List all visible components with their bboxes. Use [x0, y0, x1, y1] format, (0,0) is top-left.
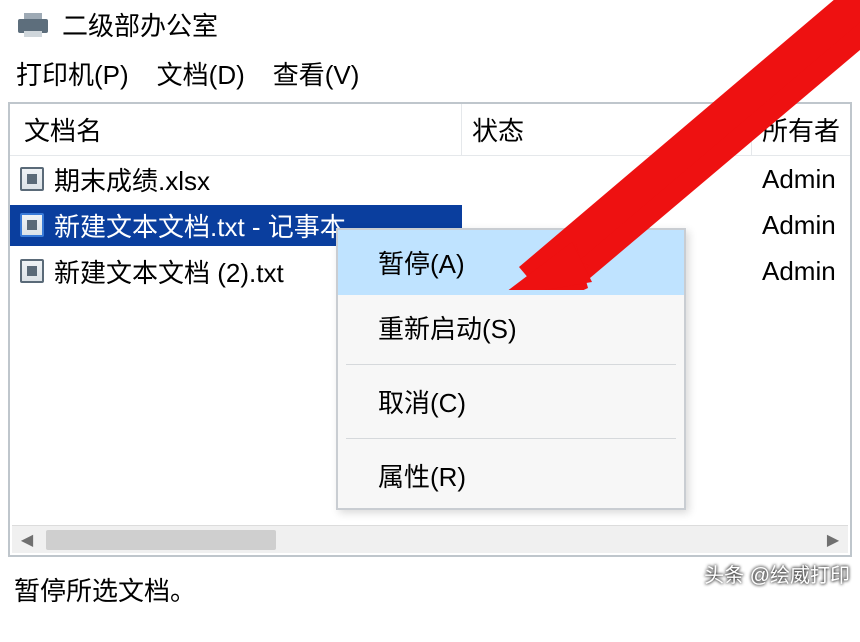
- printer-icon: [18, 13, 48, 37]
- scroll-right-icon[interactable]: ▶: [818, 526, 848, 554]
- menubar: 打印机(P) 文档(D) 查看(V): [0, 47, 860, 102]
- menu-item-properties[interactable]: 属性(R): [338, 443, 684, 508]
- status-text: 暂停所选文档。: [14, 576, 196, 606]
- titlebar: 二级部办公室: [0, 0, 860, 47]
- file-name: 期末成绩.xlsx: [54, 159, 216, 200]
- menu-item-cancel[interactable]: 取消(C): [338, 369, 684, 434]
- menu-item-pause[interactable]: 暂停(A): [338, 230, 684, 295]
- scroll-left-icon[interactable]: ◀: [12, 526, 42, 554]
- col-header-status[interactable]: 状态: [462, 104, 752, 155]
- horizontal-scrollbar[interactable]: ◀ ▶: [12, 525, 848, 553]
- document-icon: [20, 167, 44, 191]
- context-menu: 暂停(A) 重新启动(S) 取消(C) 属性(R): [336, 228, 686, 510]
- file-owner: Admin: [752, 210, 850, 241]
- print-queue-window: 二级部办公室 打印机(P) 文档(D) 查看(V) 文档名 状态 所有者 期末成…: [0, 0, 860, 642]
- menu-view[interactable]: 查看(V): [273, 55, 360, 92]
- col-header-owner[interactable]: 所有者: [752, 104, 850, 155]
- file-owner: Admin: [752, 164, 850, 195]
- watermark: 头条 @绘威打印: [704, 559, 850, 588]
- file-name: 新建文本文档.txt - 记事本: [54, 205, 352, 246]
- menu-item-restart[interactable]: 重新启动(S): [338, 295, 684, 360]
- scroll-thumb[interactable]: [46, 530, 276, 550]
- file-name: 新建文本文档 (2).txt: [54, 251, 290, 292]
- table-row[interactable]: 期末成绩.xlsx Admin: [10, 156, 850, 202]
- column-headers: 文档名 状态 所有者: [10, 104, 850, 156]
- menu-document[interactable]: 文档(D): [157, 55, 245, 92]
- menu-separator: [346, 364, 676, 365]
- menu-separator: [346, 438, 676, 439]
- window-title: 二级部办公室: [62, 6, 218, 43]
- file-owner: Admin: [752, 256, 850, 287]
- col-header-name[interactable]: 文档名: [10, 104, 462, 155]
- document-icon: [20, 213, 44, 237]
- document-icon: [20, 259, 44, 283]
- menu-printer[interactable]: 打印机(P): [16, 55, 129, 92]
